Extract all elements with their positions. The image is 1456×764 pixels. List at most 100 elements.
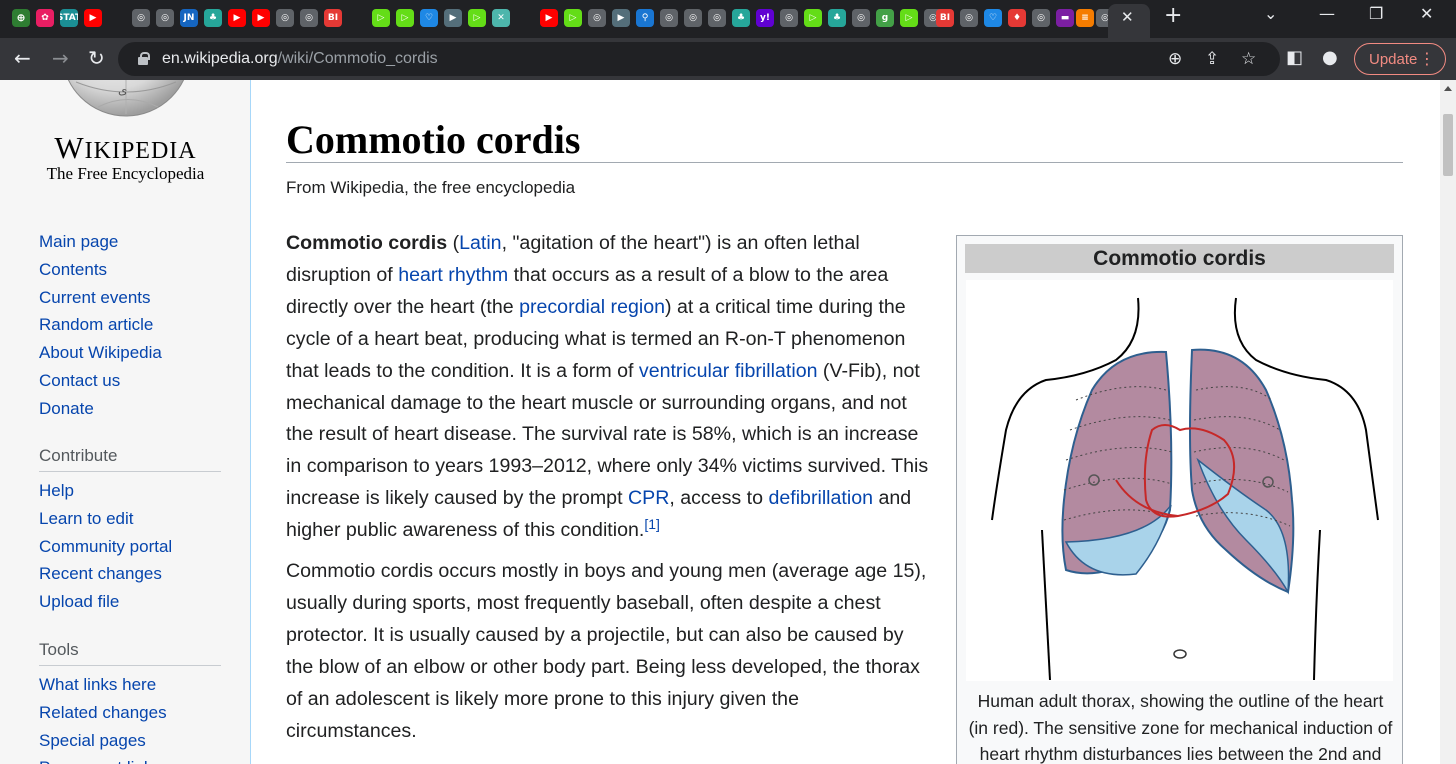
wikipedia-wordmark[interactable]: WIKIPEDIA	[0, 130, 251, 166]
youtube-icon[interactable]: ▶	[228, 9, 246, 27]
heart-icon[interactable]: ♡	[984, 9, 1002, 27]
wikipedia-globe-icon[interactable]: 維 Ι ی	[58, 80, 194, 118]
article-link-latin[interactable]: Latin	[459, 232, 502, 254]
text-run: circumstances.	[286, 719, 417, 742]
profile-icon[interactable]: ●	[1322, 47, 1338, 68]
chrome-icon[interactable]: ◎	[1032, 9, 1050, 27]
sidebar-link-community-portal[interactable]: Community portal	[39, 537, 172, 557]
jn-icon[interactable]: JN	[180, 9, 198, 27]
yahoo-icon[interactable]: y!	[756, 9, 774, 27]
youtube-icon[interactable]: ▶	[84, 9, 102, 27]
text-run: that occurs as a result of a blow to the…	[508, 263, 889, 286]
sidebar-link-contents[interactable]: Contents	[39, 260, 107, 280]
play-icon[interactable]: ▷	[900, 9, 918, 27]
tree-icon[interactable]: ♣	[204, 9, 222, 27]
chrome-icon[interactable]: ◎	[960, 9, 978, 27]
sidebar-link-learn-to-edit[interactable]: Learn to edit	[39, 509, 134, 529]
play-icon[interactable]: ▷	[804, 9, 822, 27]
play-icon[interactable]: ▷	[564, 9, 582, 27]
thorax-illustration[interactable]	[966, 280, 1393, 681]
citation-link[interactable]: [1]	[644, 516, 660, 532]
tree-icon[interactable]: ♣	[732, 9, 750, 27]
youtube-icon[interactable]: ▶	[540, 9, 558, 27]
chrome-icon[interactable]: ◎	[276, 9, 294, 27]
sidebar-link-help[interactable]: Help	[39, 481, 74, 501]
chrome-icon[interactable]: ◎	[708, 9, 726, 27]
search-icon[interactable]: ⚲	[636, 9, 654, 27]
sidebar-link-main-page[interactable]: Main page	[39, 232, 118, 252]
globe-icon[interactable]: 🜨	[12, 9, 30, 27]
text-run: the blow of an elbow or other body part.…	[286, 655, 920, 678]
bi-icon[interactable]: BI	[936, 9, 954, 27]
lock-icon[interactable]	[138, 52, 150, 65]
sidebar-link-current-events[interactable]: Current events	[39, 288, 151, 308]
update-button[interactable]: Update ⋮	[1354, 43, 1446, 75]
side-panel-icon[interactable]: ◧	[1286, 47, 1303, 68]
purple-icon[interactable]: ▬	[1056, 9, 1074, 27]
sidebar-link-permanent-link[interactable]: Permanent link	[39, 758, 152, 764]
zoom-icon[interactable]: ⊕	[1168, 49, 1182, 69]
text-run: the result of heart disease. The surviva…	[286, 423, 919, 446]
new-tab-button[interactable]: +	[1164, 3, 1182, 28]
scroll-thumb[interactable]	[1443, 114, 1453, 176]
arrow-icon[interactable]: ▶	[444, 9, 462, 27]
paragraph-line: in comparison to years 1993–2012, where …	[286, 451, 946, 483]
scroll-up-arrow-icon[interactable]	[1444, 86, 1452, 91]
chrome-icon[interactable]: ◎	[300, 9, 318, 27]
bi-icon[interactable]: BI	[324, 9, 342, 27]
forward-button[interactable]: →	[52, 46, 69, 70]
share-icon[interactable]: ⇪	[1205, 49, 1219, 69]
chrome-icon[interactable]: ◎	[684, 9, 702, 27]
chrome-icon[interactable]: ◎	[132, 9, 150, 27]
sidebar-link-contact-us[interactable]: Contact us	[39, 371, 120, 391]
article-link-heart-rhythm[interactable]: heart rhythm	[398, 264, 508, 286]
page-scrollbar[interactable]	[1440, 80, 1456, 764]
article-link-defibrillation[interactable]: defibrillation	[768, 487, 873, 509]
map-icon[interactable]: ✕	[492, 9, 510, 27]
sidebar-link-related-changes[interactable]: Related changes	[39, 703, 167, 723]
sidebar-link-upload-file[interactable]: Upload file	[39, 592, 119, 612]
chrome-icon[interactable]: ◎	[660, 9, 678, 27]
article-link-cpr[interactable]: CPR	[628, 487, 669, 509]
sidebar-link-what-links-here[interactable]: What links here	[39, 675, 156, 695]
paragraph-line: Commotio cordis occurs mostly in boys an…	[286, 556, 946, 588]
sidebar-link-special-pages[interactable]: Special pages	[39, 731, 146, 751]
close-tab-icon[interactable]: ✕	[1121, 8, 1134, 26]
bars-icon[interactable]: ≡	[1076, 9, 1094, 27]
tab-search-icon[interactable]: ⌄	[1264, 4, 1277, 23]
chrome-icon[interactable]: ◎	[852, 9, 870, 27]
text-run: , "agitation of the heart") is an often …	[501, 232, 860, 254]
arrow-icon[interactable]: ▶	[612, 9, 630, 27]
address-bar[interactable]: en.wikipedia.org/wiki/Commotio_cordis ⊕ …	[118, 42, 1280, 76]
update-label: Update	[1369, 50, 1418, 68]
sidebar-link-donate[interactable]: Donate	[39, 399, 94, 419]
tree-icon[interactable]: ♣	[828, 9, 846, 27]
chrome-icon[interactable]: ◎	[156, 9, 174, 27]
chrome-icon[interactable]: ◎	[780, 9, 798, 27]
play-icon[interactable]: ▷	[468, 9, 486, 27]
minimize-button[interactable]: —	[1319, 4, 1335, 23]
play-icon[interactable]: ▷	[372, 9, 390, 27]
reload-button[interactable]: ↻	[88, 46, 105, 70]
back-button[interactable]: ←	[14, 46, 31, 70]
close-window-button[interactable]: ✕	[1420, 4, 1433, 23]
restore-button[interactable]: ❐	[1369, 4, 1383, 23]
g-icon[interactable]: g	[876, 9, 894, 27]
heart-icon[interactable]: ♡	[420, 9, 438, 27]
stat-icon[interactable]: STAT	[60, 9, 78, 27]
paragraph-line: mechanical damage to the heart muscle or…	[286, 388, 946, 420]
play-icon[interactable]: ▷	[396, 9, 414, 27]
pinwheel-icon[interactable]: ✿	[36, 9, 54, 27]
url-text[interactable]: en.wikipedia.org/wiki/Commotio_cordis	[162, 50, 438, 68]
infobox-image[interactable]	[966, 280, 1393, 681]
bookmark-star-icon[interactable]: ☆	[1241, 49, 1256, 69]
sidebar-link-random-article[interactable]: Random article	[39, 315, 153, 335]
article-link-ventricular-fibrillation[interactable]: ventricular fibrillation	[639, 360, 818, 382]
article-link-precordial-region[interactable]: precordial region	[519, 296, 665, 318]
sidebar-link-about-wikipedia[interactable]: About Wikipedia	[39, 343, 162, 363]
youtube-icon[interactable]: ▶	[252, 9, 270, 27]
mic-icon[interactable]: ♦	[1008, 9, 1026, 27]
chrome-icon[interactable]: ◎	[588, 9, 606, 27]
sidebar-link-recent-changes[interactable]: Recent changes	[39, 564, 162, 584]
tools-divider	[39, 665, 221, 666]
